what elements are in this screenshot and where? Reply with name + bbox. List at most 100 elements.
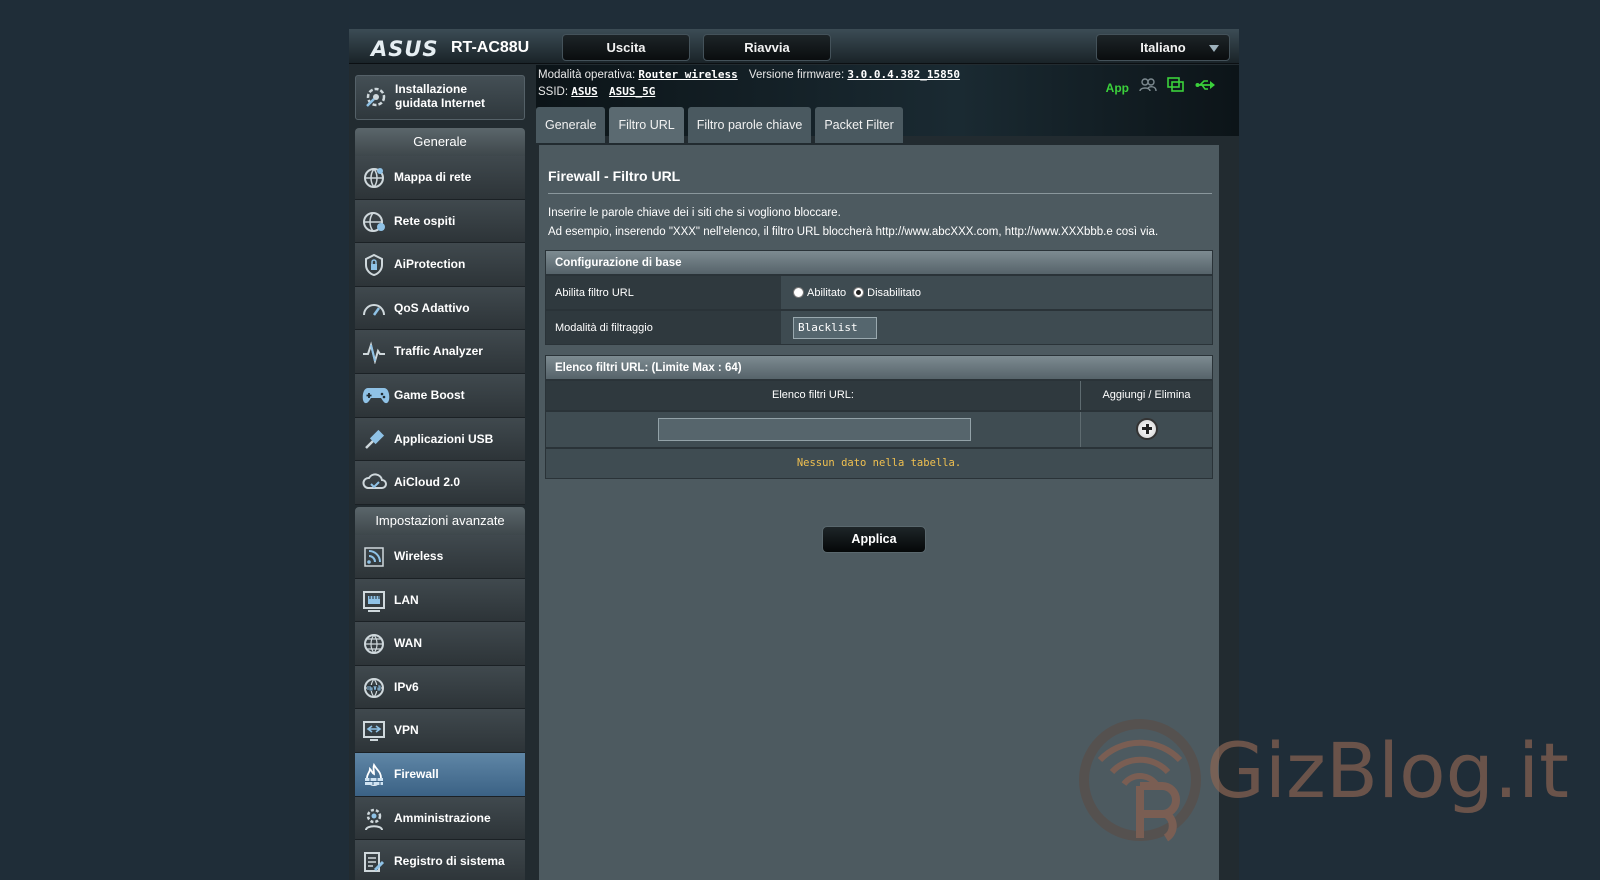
- url-filter-table: Elenco filtri URL: Aggiungi / Elimina Ne…: [545, 380, 1213, 480]
- sidebar-item-label: Registro di sistema: [394, 854, 505, 869]
- sidebar-item-aiprotection[interactable]: AiProtection: [355, 243, 525, 287]
- general-menu: Generale Mappa di rete Rete ospiti AiPro…: [355, 128, 525, 505]
- firewall-icon: [362, 762, 386, 790]
- disabled-radio[interactable]: [853, 287, 865, 298]
- reboot-button[interactable]: Riavvia: [703, 34, 831, 61]
- guest-network-icon: [362, 210, 386, 237]
- apply-button[interactable]: Applica: [822, 526, 926, 553]
- sidebar-item-system-log[interactable]: Registro di sistema: [355, 840, 525, 880]
- empty-table-message: Nessun dato nella tabella.: [545, 448, 1213, 479]
- operation-mode-link[interactable]: Router wireless: [638, 68, 737, 81]
- ssid-link-5g[interactable]: ASUS_5G: [609, 85, 655, 98]
- quick-internet-setup-button[interactable]: Installazione guidata Internet: [355, 75, 525, 120]
- usb-icon: [362, 428, 386, 455]
- sidebar-item-label: IPv6: [394, 679, 419, 694]
- url-column-header: Elenco filtri URL:: [546, 381, 1081, 410]
- enabled-radio[interactable]: [793, 287, 804, 298]
- network-status-icon[interactable]: [1167, 77, 1185, 98]
- sidebar-item-traffic-analyzer[interactable]: Traffic Analyzer: [355, 330, 525, 374]
- vpn-icon: [362, 719, 386, 746]
- sidebar-item-adaptive-qos[interactable]: QoS Adattivo: [355, 286, 525, 331]
- sidebar-item-usb-apps[interactable]: Applicazioni USB: [355, 417, 525, 462]
- filter-mode-label: Modalità di filtraggio: [546, 311, 781, 344]
- sidebar-item-label: VPN: [394, 723, 419, 738]
- network-map-icon: [362, 166, 386, 193]
- sidebar-item-guest-network[interactable]: Rete ospiti: [355, 199, 525, 244]
- sidebar-item-network-map[interactable]: Mappa di rete: [355, 156, 525, 200]
- table-header: Elenco filtri URL: Aggiungi / Elimina: [545, 380, 1213, 411]
- sidebar-item-wan[interactable]: WAN: [355, 622, 525, 666]
- sidebar-item-label: QoS Adattivo: [394, 300, 470, 315]
- chevron-down-icon: [1209, 45, 1219, 52]
- sidebar-item-label: Game Boost: [394, 387, 465, 402]
- enable-filter-row: Abilita filtro URL Abilitato Disabilitat…: [545, 275, 1213, 310]
- url-input[interactable]: [658, 418, 971, 441]
- quick-setup-label-line2: guidata Internet: [395, 96, 486, 110]
- advanced-heading: Impostazioni avanzate: [355, 507, 525, 535]
- sidebar-item-ipv6[interactable]: IPv6: [355, 665, 525, 710]
- sidebar-item-lan[interactable]: LAN: [355, 578, 525, 623]
- app-link[interactable]: App: [1106, 81, 1129, 95]
- status-icons: App: [1106, 77, 1217, 98]
- sidebar-item-label: Applicazioni USB: [394, 431, 494, 446]
- gizblog-watermark-text: GizBlog.it: [1206, 726, 1569, 815]
- basic-config-heading: Configurazione di base: [545, 250, 1213, 275]
- sidebar-item-label: WAN: [394, 636, 422, 651]
- sidebar-item-wireless[interactable]: Wireless: [355, 535, 525, 579]
- sidebar-item-label: Traffic Analyzer: [394, 344, 483, 359]
- tab-packet-filter[interactable]: Packet Filter: [815, 107, 903, 143]
- tab-bar: Generale Filtro URL Filtro parole chiave…: [536, 107, 903, 143]
- sidebar-item-label: Mappa di rete: [394, 170, 472, 184]
- lan-icon: [362, 589, 386, 616]
- sidebar-item-aicloud[interactable]: AiCloud 2.0: [355, 461, 525, 505]
- language-select[interactable]: Italiano: [1096, 34, 1230, 61]
- sidebar-item-game-boost[interactable]: Game Boost: [355, 373, 525, 418]
- gizblog-watermark-logo: [1079, 719, 1201, 842]
- general-heading: Generale: [355, 128, 525, 156]
- router-model: RT-AC88U: [451, 39, 530, 56]
- firmware-version-link[interactable]: 3.0.0.4.382_15850: [847, 68, 960, 81]
- sidebar-item-administration[interactable]: Amministrazione: [355, 796, 525, 841]
- tab-keyword-filter[interactable]: Filtro parole chiave: [687, 107, 812, 143]
- sidebar-item-firewall[interactable]: Firewall: [355, 752, 525, 797]
- language-value: Italiano: [1140, 40, 1186, 55]
- lock-shield-icon: [362, 253, 386, 280]
- log-icon: [362, 850, 386, 877]
- filter-mode-select[interactable]: Blacklist: [793, 316, 877, 339]
- clients-icon[interactable]: [1139, 78, 1157, 97]
- logout-button[interactable]: Uscita: [562, 34, 690, 61]
- filter-mode-row: Modalità di filtraggio Blacklist: [545, 310, 1213, 345]
- disabled-radio-label[interactable]: Disabilitato: [867, 287, 921, 299]
- operation-mode-label: Modalità operativa:: [538, 69, 636, 81]
- enable-filter-options: Abilitato Disabilitato: [781, 276, 1212, 309]
- url-input-cell: [546, 412, 1081, 447]
- enable-filter-label: Abilita filtro URL: [546, 276, 781, 309]
- gamepad-icon: [362, 384, 390, 409]
- add-url-button[interactable]: [1136, 418, 1158, 440]
- sidebar-item-label: LAN: [394, 592, 419, 607]
- wireless-icon: [362, 545, 386, 572]
- ssid-link-2g[interactable]: ASUS: [571, 85, 598, 98]
- action-column-header: Aggiungi / Elimina: [1102, 389, 1191, 401]
- usb-status-icon[interactable]: [1195, 78, 1217, 97]
- sidebar-item-vpn[interactable]: VPN: [355, 709, 525, 753]
- description-line-1: Inserire le parole chiave dei i siti che…: [548, 207, 841, 219]
- cloud-icon: [362, 471, 388, 496]
- sidebar-item-label: Amministrazione: [394, 810, 491, 825]
- url-list-heading: Elenco filtri URL: (Limite Max : 64): [545, 355, 1213, 380]
- globe-icon: [362, 632, 386, 659]
- tab-url-filter[interactable]: Filtro URL: [609, 107, 684, 143]
- tab-general[interactable]: Generale: [536, 107, 606, 143]
- sidebar-item-label: Wireless: [394, 549, 444, 563]
- ipv6-icon: [362, 676, 386, 703]
- filter-mode-cell: Blacklist: [781, 311, 1212, 344]
- advanced-menu: Impostazioni avanzate Wireless LAN WAN I…: [355, 507, 525, 880]
- sidebar-item-label: Firewall: [394, 766, 439, 781]
- gauge-icon: [362, 297, 386, 324]
- pulse-icon: [362, 340, 386, 367]
- enabled-radio-label[interactable]: Abilitato: [807, 287, 846, 299]
- url-input-row: [545, 411, 1213, 448]
- ssid-label: SSID:: [538, 86, 569, 98]
- admin-gear-icon: [362, 807, 386, 834]
- sidebar-item-label: AiCloud 2.0: [394, 475, 461, 490]
